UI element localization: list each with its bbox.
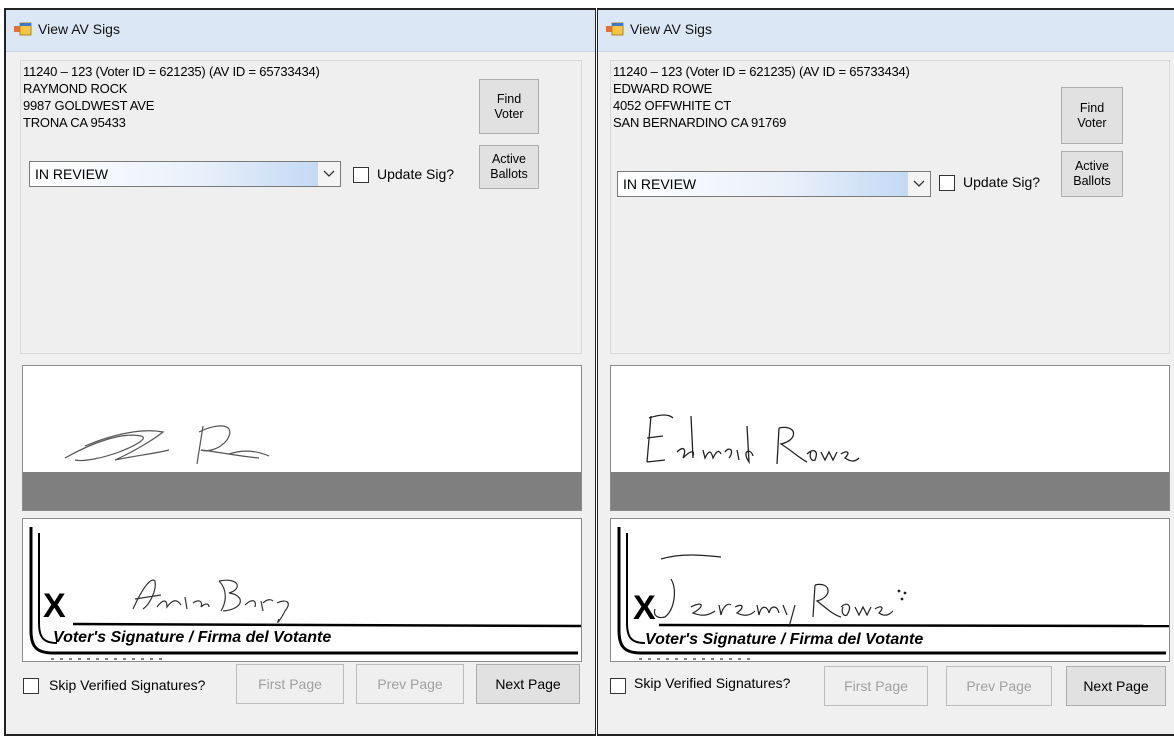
- active-ballots-button[interactable]: Active Ballots: [1061, 151, 1123, 197]
- skip-verified-label: Skip Verified Signatures?: [49, 677, 206, 693]
- ballot-signature-caption: Voter's Signature / Firma del Votante: [53, 629, 332, 646]
- first-page-button[interactable]: First Page: [236, 664, 344, 704]
- voter-name: RAYMOND ROCK: [23, 81, 128, 96]
- window-title: View AV Sigs: [630, 21, 712, 37]
- app-window-icon: [606, 22, 624, 36]
- voter-address-line1: 9987 GOLDWEST AVE: [23, 98, 155, 113]
- voter-id-line: 11240 – 123 (Voter ID = 621235) (AV ID =…: [23, 64, 320, 79]
- left-titlebar: View AV Sigs: [6, 10, 595, 52]
- voter-address-line2: TRONA CA 95433: [23, 115, 126, 130]
- voter-address-line2: SAN BERNARDINO CA 91769: [613, 115, 787, 130]
- skip-verified-label: Skip Verified Signatures?: [634, 675, 791, 691]
- voter-id-line: 11240 – 123 (Voter ID = 621235) (AV ID =…: [613, 64, 910, 79]
- right-window: View AV Sigs 11240 – 123 (Voter ID = 621…: [597, 8, 1174, 736]
- skip-verified-checkbox[interactable]: [610, 678, 626, 694]
- voter-info-group: 11240 – 123 (Voter ID = 621235) (AV ID =…: [610, 60, 1170, 354]
- update-sig-checkbox[interactable]: [939, 175, 955, 191]
- chevron-down-icon[interactable]: [318, 162, 340, 186]
- left-window: View AV Sigs 11240 – 123 (Voter ID = 621…: [4, 8, 596, 736]
- prev-page-button[interactable]: Prev Page: [356, 664, 464, 704]
- update-sig-checkbox[interactable]: [353, 167, 369, 183]
- signature-x-mark: X: [633, 589, 656, 627]
- active-ballots-button[interactable]: Active Ballots: [479, 145, 539, 189]
- voter-name: EDWARD ROWE: [613, 81, 713, 96]
- status-dropdown-value: IN REVIEW: [35, 166, 109, 182]
- file-signature-scribble: [64, 425, 270, 465]
- file-signature-image: [610, 365, 1170, 511]
- skip-verified-checkbox[interactable]: [23, 678, 39, 694]
- signature-band: [23, 472, 581, 510]
- next-page-button[interactable]: Next Page: [1066, 666, 1166, 706]
- update-sig-label: Update Sig?: [963, 174, 1041, 190]
- voter-info-group: 11240 – 123 (Voter ID = 621235) (AV ID =…: [20, 60, 582, 354]
- app-window-icon: [14, 22, 32, 36]
- prev-page-button[interactable]: Prev Page: [946, 666, 1052, 706]
- voter-address-line1: 4052 OFFWHITE CT: [613, 98, 732, 113]
- ballot-signature-image: X Voter's Signature / Firma del Votante: [22, 518, 582, 662]
- right-titlebar: View AV Sigs: [598, 10, 1174, 52]
- file-signature-image: [22, 365, 582, 511]
- status-dropdown[interactable]: IN REVIEW: [29, 161, 341, 187]
- chevron-down-icon[interactable]: [908, 172, 930, 196]
- status-dropdown-value: IN REVIEW: [623, 176, 697, 192]
- update-sig-label: Update Sig?: [377, 166, 455, 182]
- signature-band: [611, 472, 1169, 510]
- ballot-signature-caption: Voter's Signature / Firma del Votante: [645, 631, 924, 648]
- find-voter-button[interactable]: Find Voter: [1061, 87, 1123, 144]
- window-title: View AV Sigs: [38, 21, 120, 37]
- status-dropdown[interactable]: IN REVIEW: [617, 171, 931, 197]
- find-voter-button[interactable]: Find Voter: [479, 79, 539, 134]
- file-signature-scribble: [646, 414, 860, 465]
- next-page-button[interactable]: Next Page: [476, 664, 580, 704]
- signature-x-mark: X: [43, 587, 66, 625]
- first-page-button[interactable]: First Page: [824, 666, 928, 706]
- ballot-signature-image: X Voter's Signature / Firma del Votante: [610, 518, 1170, 662]
